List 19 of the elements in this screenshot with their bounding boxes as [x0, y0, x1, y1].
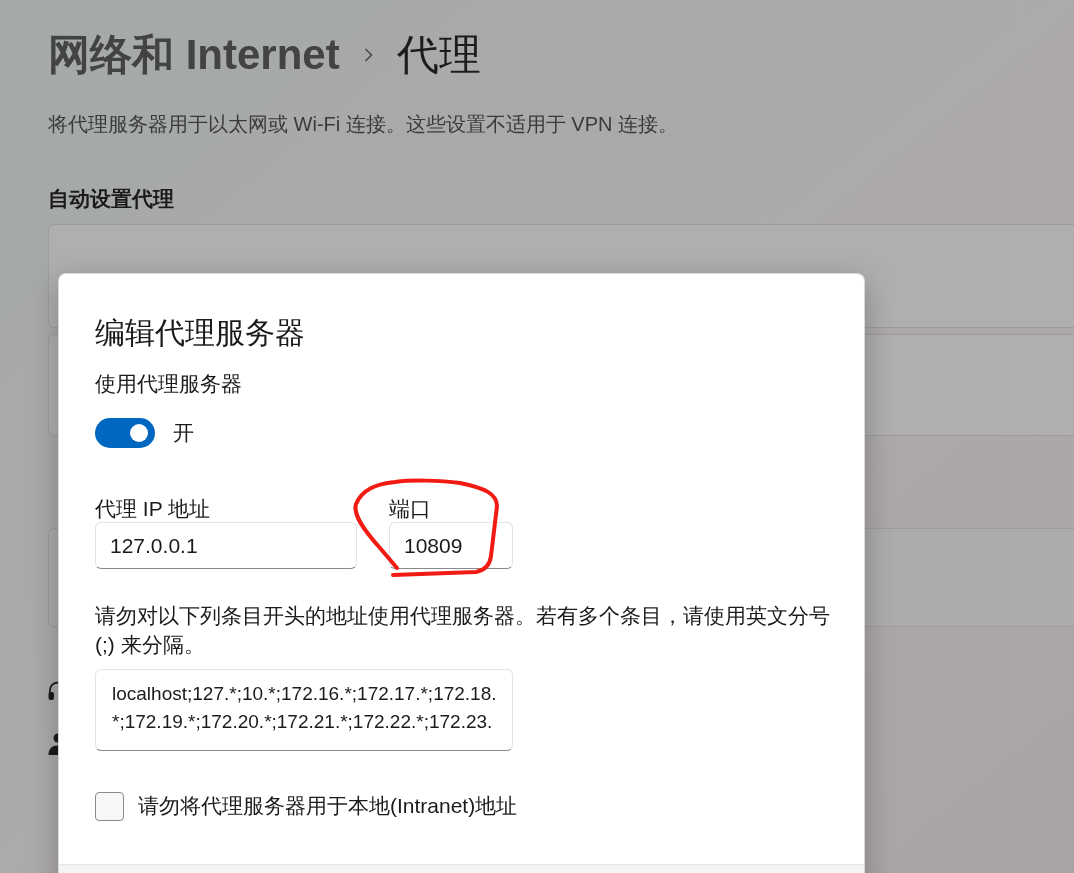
bypass-checkbox[interactable]: [95, 791, 124, 821]
toggle-label: 使用代理服务器: [95, 371, 242, 397]
breadcrumb-item: 代理: [396, 30, 481, 80]
exceptions-field[interactable]: localhost;127.*;10.*;172.16.*;172.17.*;172.18.*;172.19.*;172.20.*;172.21.*;172.22.*;172.23.: [95, 669, 513, 751]
headset-icon: [48, 680, 58, 702]
dialog-title: 编辑代理服务器: [95, 315, 305, 351]
proxy-toggle[interactable]: [95, 418, 155, 448]
address-field[interactable]: 127.0.0.1: [95, 522, 357, 569]
section-heading: 自动设置代理: [48, 186, 174, 212]
toggle-state-text: 开: [173, 420, 194, 446]
field-label: 代理 IP 地址: [95, 496, 212, 522]
person-icon: [48, 733, 58, 755]
port-field[interactable]: 10809: [389, 522, 513, 569]
breadcrumb-item[interactable]: 网络和 Internet: [48, 27, 340, 83]
chevron-right-icon: [363, 48, 373, 62]
checkbox-label: 请勿将代理服务器用于本地(Intranet)地址: [138, 793, 518, 819]
page-description: 将代理服务器用于以太网或 Wi-Fi 连接。这些设置不适用于 VPN 连接。: [48, 112, 678, 137]
exceptions-description: 请勿对以下列条目开头的地址使用代理服务器。若有多个条目，请使用英文分号 (;) 来分隔。: [95, 603, 831, 658]
field-label: 端口: [389, 496, 432, 522]
